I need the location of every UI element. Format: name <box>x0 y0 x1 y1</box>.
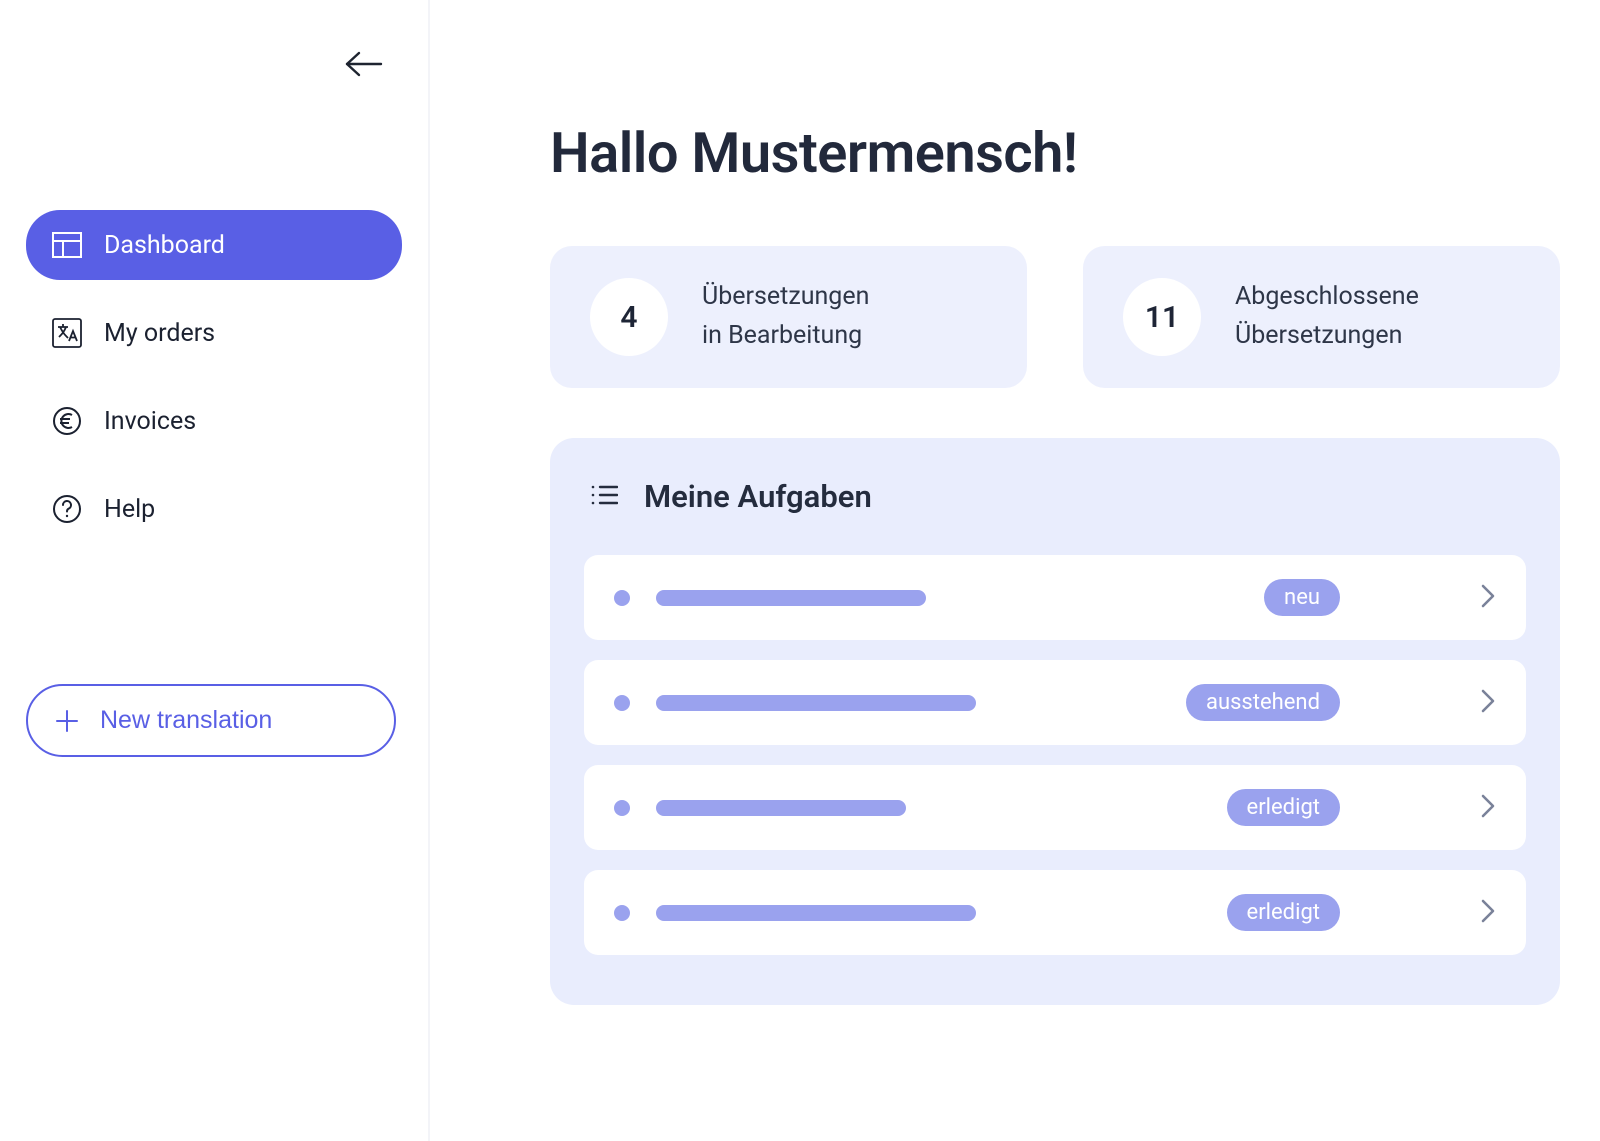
task-status-dot <box>614 800 630 816</box>
chevron-right-icon <box>1480 793 1496 823</box>
sidebar: Dashboard My orders <box>0 0 430 1141</box>
task-status-badge: erledigt <box>1227 789 1340 826</box>
tasks-panel: Meine Aufgaben neu ausstehend <box>550 438 1560 1005</box>
task-status-badge: ausstehend <box>1186 684 1340 721</box>
task-title-placeholder <box>656 905 976 921</box>
sidebar-item-dashboard[interactable]: Dashboard <box>26 210 402 280</box>
task-row[interactable]: erledigt <box>584 765 1526 850</box>
task-title-placeholder <box>656 590 926 606</box>
new-translation-label: New translation <box>100 706 272 735</box>
task-row[interactable]: neu <box>584 555 1526 640</box>
chevron-right-icon <box>1480 898 1496 928</box>
stat-count: 4 <box>590 278 668 356</box>
stat-label: Abgeschlossene Übersetzungen <box>1235 278 1419 356</box>
main-content: Hallo Mustermensch! 4 Übersetzungen in B… <box>430 0 1600 1141</box>
translate-icon <box>52 318 82 348</box>
chevron-right-icon <box>1480 688 1496 718</box>
page-greeting: Hallo Mustermensch! <box>550 120 1560 186</box>
tasks-header: Meine Aufgaben <box>584 478 1526 515</box>
sidebar-item-label: Invoices <box>104 407 196 436</box>
stat-card-in-progress[interactable]: 4 Übersetzungen in Bearbeitung <box>550 246 1027 388</box>
help-icon <box>52 494 82 524</box>
task-title-placeholder <box>656 800 906 816</box>
euro-icon <box>52 406 82 436</box>
sidebar-item-label: Dashboard <box>104 231 225 260</box>
arrow-left-icon <box>344 50 384 78</box>
sidebar-item-help[interactable]: Help <box>26 474 402 544</box>
plus-icon <box>56 710 78 732</box>
task-status-badge: erledigt <box>1227 894 1340 931</box>
chevron-right-icon <box>1480 583 1496 613</box>
new-translation-button[interactable]: New translation <box>26 684 396 757</box>
task-title-placeholder <box>656 695 976 711</box>
task-status-badge: neu <box>1264 579 1340 616</box>
stat-label: Übersetzungen in Bearbeitung <box>702 278 869 356</box>
task-status-dot <box>614 590 630 606</box>
tasks-title: Meine Aufgaben <box>644 478 872 515</box>
tasks-list: neu ausstehend <box>584 555 1526 955</box>
sidebar-item-invoices[interactable]: Invoices <box>26 386 402 456</box>
stats-row: 4 Übersetzungen in Bearbeitung 11 Abgesc… <box>550 246 1560 388</box>
sidebar-item-my-orders[interactable]: My orders <box>26 298 402 368</box>
task-status-dot <box>614 695 630 711</box>
sidebar-item-label: My orders <box>104 319 215 348</box>
sidebar-nav: Dashboard My orders <box>26 210 402 544</box>
back-arrow-button[interactable] <box>344 50 384 82</box>
task-row[interactable]: erledigt <box>584 870 1526 955</box>
stat-card-completed[interactable]: 11 Abgeschlossene Übersetzungen <box>1083 246 1560 388</box>
stat-count: 11 <box>1123 278 1201 356</box>
list-icon <box>590 483 618 511</box>
app-root: Dashboard My orders <box>0 0 1600 1141</box>
sidebar-item-label: Help <box>104 495 155 524</box>
task-status-dot <box>614 905 630 921</box>
task-row[interactable]: ausstehend <box>584 660 1526 745</box>
layout-icon <box>52 230 82 260</box>
